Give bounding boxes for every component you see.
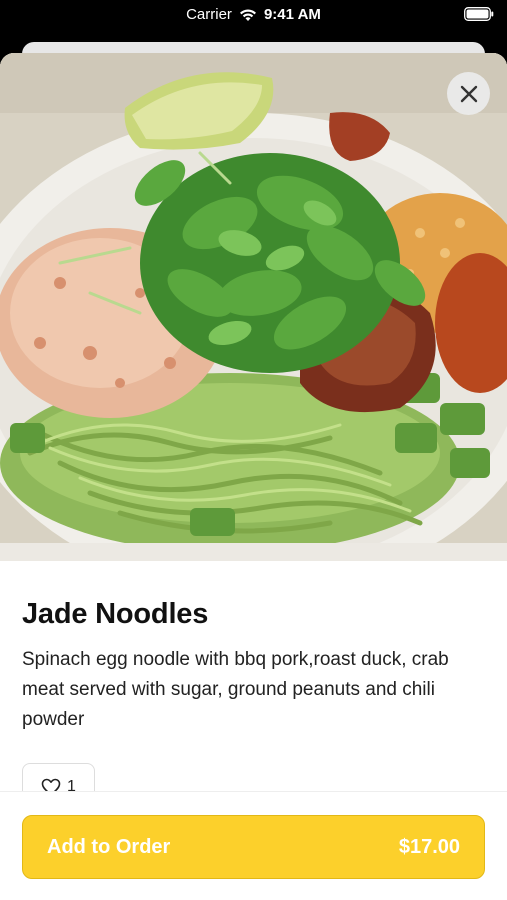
status-center: Carrier 9:41 AM: [0, 6, 507, 23]
wifi-icon: [239, 8, 257, 22]
add-to-order-button[interactable]: Add to Order $17.00: [22, 815, 485, 879]
carrier-label: Carrier: [186, 6, 232, 23]
close-button[interactable]: [447, 72, 490, 115]
battery-icon: [464, 7, 494, 21]
item-price: $17.00: [398, 835, 460, 858]
close-icon: [460, 85, 477, 102]
item-description: Spinach egg noodle with bbq pork,roast d…: [22, 649, 449, 730]
status-time: 9:41 AM: [263, 6, 321, 23]
item-title: Jade Noodles: [22, 598, 209, 630]
item-photo: [0, 53, 507, 561]
item-detail-sheet: Jade Noodles Spinach egg noodle with bbq…: [0, 53, 507, 900]
add-to-order-label: Add to Order: [47, 835, 171, 858]
app-screen: Carrier 9:41 AM Jade Noodles Spinach egg…: [0, 0, 507, 900]
status-bar: Carrier 9:41 AM: [0, 0, 507, 32]
order-footer: Add to Order $17.00: [0, 791, 507, 900]
